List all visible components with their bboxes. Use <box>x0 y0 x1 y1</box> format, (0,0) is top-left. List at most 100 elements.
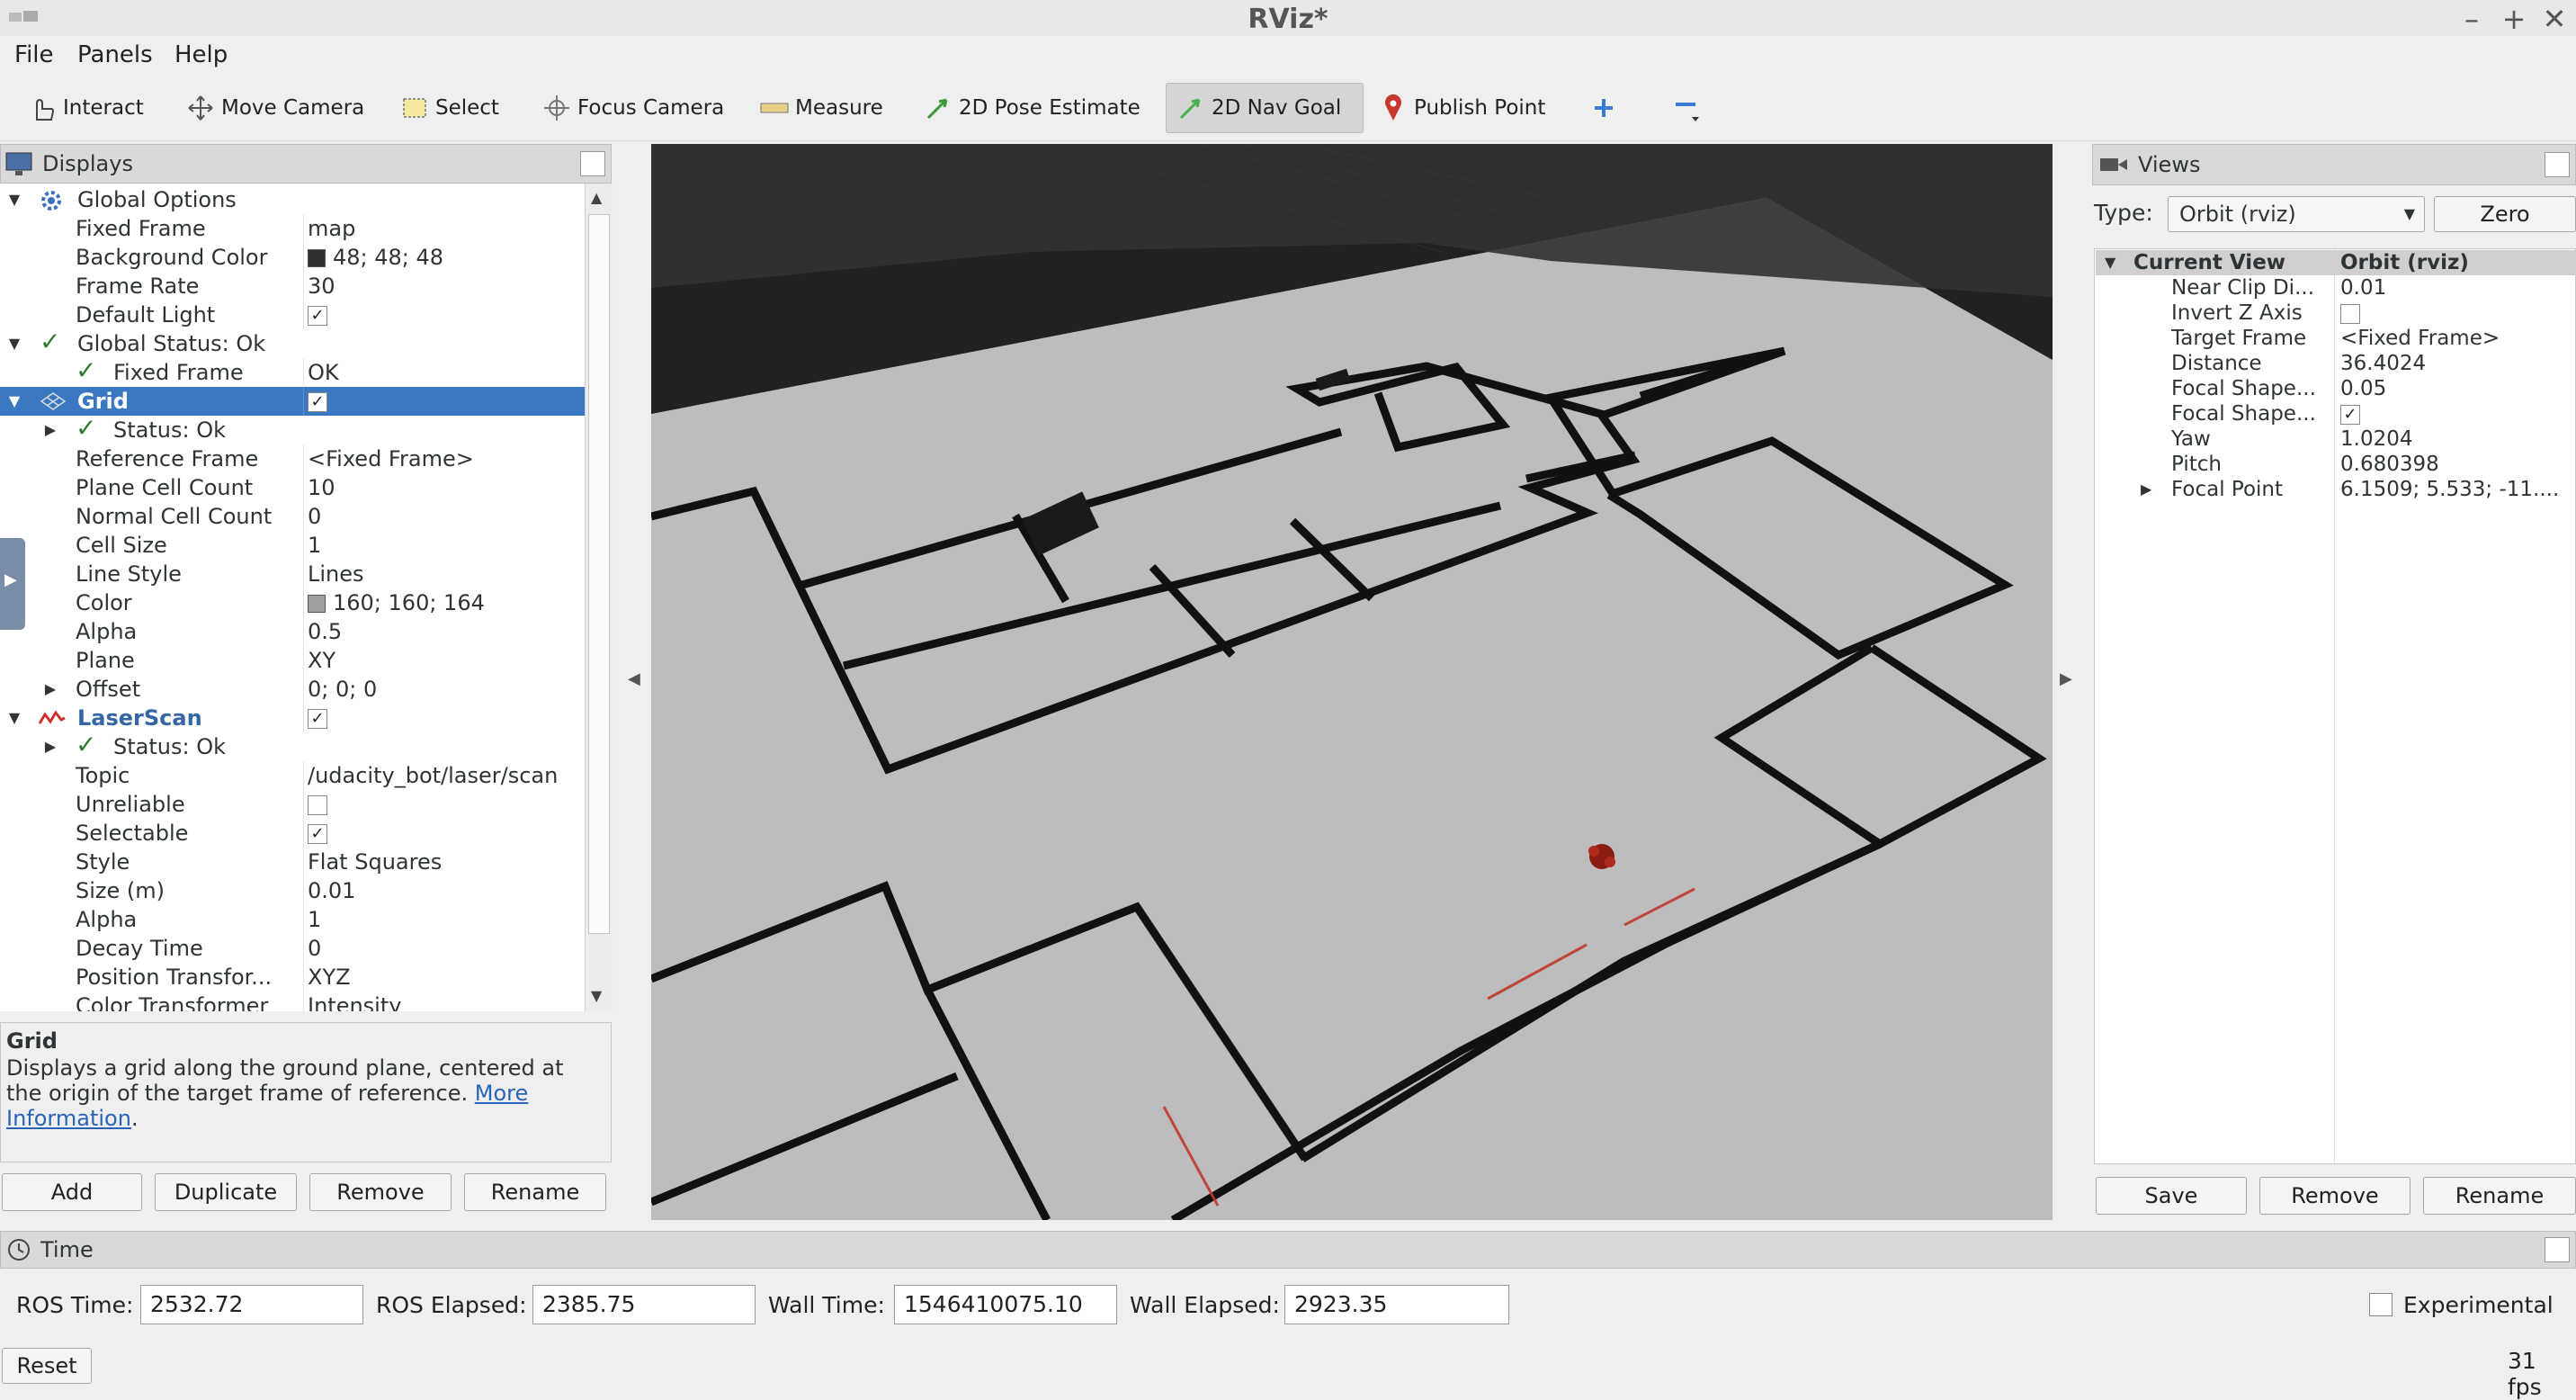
color-swatch[interactable] <box>308 595 326 613</box>
add-tool-button[interactable] <box>1579 83 1633 133</box>
view-row-current-view[interactable]: ▼ Current View Orbit (rviz) <box>2096 250 2576 275</box>
default-light-checkbox[interactable]: ✓ <box>308 306 327 326</box>
collapse-arrow-icon[interactable]: ▼ <box>5 704 23 732</box>
tree-row-alpha[interactable]: Alpha 0.5 <box>0 617 585 646</box>
row-value[interactable]: 10 <box>308 473 335 502</box>
views-float-button[interactable] <box>2545 152 2570 177</box>
reset-button[interactable]: Reset <box>2 1348 92 1384</box>
add-button[interactable]: Add <box>2 1173 142 1211</box>
selectable-checkbox[interactable]: ✓ <box>308 824 327 844</box>
remove-tool-button[interactable] <box>1662 83 1716 133</box>
remove-view-button[interactable]: Remove <box>2259 1177 2411 1215</box>
view-row-near-clip[interactable]: Near Clip Di... 0.01 <box>2096 275 2576 301</box>
view-type-dropdown[interactable]: Orbit (rviz) ▼ <box>2168 196 2425 232</box>
tree-row-decay-time[interactable]: Decay Time 0 <box>0 934 585 963</box>
row-value[interactable]: 6.1509; 5.533; -11.... <box>2340 477 2559 502</box>
menu-file[interactable]: File <box>14 41 54 68</box>
view-row-focal-shape-fixed[interactable]: Focal Shape... ✓ <box>2096 401 2576 426</box>
row-value[interactable]: 30 <box>308 272 335 301</box>
tree-row-unreliable[interactable]: Unreliable <box>0 790 585 819</box>
move-camera-tool[interactable]: Move Camera <box>176 83 373 133</box>
ros-elapsed-field[interactable]: 2385.75 <box>532 1285 756 1324</box>
left-splitter-arrow-icon[interactable]: ◀ <box>628 669 640 688</box>
row-value[interactable]: map <box>308 214 355 243</box>
invert-z-checkbox[interactable] <box>2340 303 2360 324</box>
rename-display-button[interactable]: Rename <box>464 1173 606 1211</box>
maximize-button[interactable]: + <box>2496 2 2532 36</box>
zero-button[interactable]: Zero <box>2434 196 2576 232</box>
row-value[interactable]: 48; 48; 48 <box>333 245 443 270</box>
row-value[interactable]: XYZ <box>308 963 351 992</box>
close-button[interactable]: ✕ <box>2536 2 2572 36</box>
right-splitter-arrow-icon[interactable]: ▶ <box>2060 669 2072 688</box>
collapse-arrow-icon[interactable]: ▼ <box>5 329 23 358</box>
pose-estimate-tool[interactable]: 2D Pose Estimate <box>914 83 1149 133</box>
unreliable-checkbox[interactable] <box>308 795 327 815</box>
scrollbar-thumb[interactable] <box>588 214 610 934</box>
publish-point-tool[interactable]: Publish Point <box>1369 83 1554 133</box>
experimental-checkbox[interactable] <box>2369 1293 2393 1316</box>
tree-row-laserscan[interactable]: ▼ LaserScan ✓ <box>0 704 585 732</box>
row-value[interactable]: 0.01 <box>308 876 355 905</box>
tree-row-alpha-laser[interactable]: Alpha 1 <box>0 905 585 934</box>
row-value[interactable]: 0.01 <box>2340 275 2386 301</box>
tree-row-background-color[interactable]: Background Color 48; 48; 48 <box>0 243 585 272</box>
expand-arrow-icon[interactable]: ▶ <box>41 416 59 444</box>
row-value[interactable]: <Fixed Frame> <box>308 444 474 473</box>
interact-tool[interactable]: Interact <box>18 83 153 133</box>
expand-arrow-icon[interactable]: ▶ <box>2141 477 2151 502</box>
focus-camera-tool[interactable]: Focus Camera <box>532 83 733 133</box>
focal-shape-checkbox[interactable]: ✓ <box>2340 404 2360 425</box>
tree-row-global-options[interactable]: ▼ Global Options <box>0 185 585 214</box>
row-value[interactable]: 0.5 <box>308 617 342 646</box>
row-value[interactable]: /udacity_bot/laser/scan <box>308 761 558 790</box>
view-row-focal-point[interactable]: ▶ Focal Point 6.1509; 5.533; -11.... <box>2096 477 2576 502</box>
ros-time-field[interactable]: 2532.72 <box>140 1285 363 1324</box>
expand-arrow-icon[interactable]: ▶ <box>41 732 59 761</box>
view-row-pitch[interactable]: Pitch 0.680398 <box>2096 452 2576 477</box>
collapse-arrow-icon[interactable]: ▼ <box>5 387 23 416</box>
tree-row-style[interactable]: Style Flat Squares <box>0 848 585 876</box>
tree-row-plane[interactable]: Plane XY <box>0 646 585 675</box>
laserscan-enabled-checkbox[interactable]: ✓ <box>308 709 327 729</box>
row-value[interactable]: XY <box>308 646 335 675</box>
displays-scrollbar[interactable]: ▲ ▼ <box>585 184 613 1011</box>
tree-row-offset[interactable]: ▶ Offset 0; 0; 0 <box>0 675 585 704</box>
displays-float-button[interactable] <box>580 151 605 176</box>
tree-row-grid[interactable]: ▼ Grid ✓ <box>0 387 585 416</box>
rename-view-button[interactable]: Rename <box>2423 1177 2576 1215</box>
wall-elapsed-field[interactable]: 2923.35 <box>1284 1285 1509 1324</box>
row-value[interactable]: Lines <box>308 560 364 588</box>
scroll-down-icon[interactable]: ▼ <box>591 987 602 1004</box>
tree-row-global-status[interactable]: ▼ ✓ Global Status: Ok <box>0 328 585 358</box>
collapse-arrow-icon[interactable]: ▼ <box>5 185 23 214</box>
color-swatch[interactable] <box>308 249 326 267</box>
tree-row-color-transformer[interactable]: Color Transformer Intensity <box>0 992 585 1011</box>
minimize-button[interactable]: – <box>2454 2 2490 36</box>
tree-row-color[interactable]: Color 160; 160; 164 <box>0 588 585 617</box>
tree-row-cell-size[interactable]: Cell Size 1 <box>0 531 585 560</box>
row-value[interactable]: 0 <box>308 934 321 963</box>
row-value[interactable]: Flat Squares <box>308 848 442 876</box>
row-value[interactable]: 36.4024 <box>2340 351 2426 376</box>
collapse-arrow-icon[interactable]: ▼ <box>2105 250 2115 275</box>
tree-row-plane-cell-count[interactable]: Plane Cell Count 10 <box>0 473 585 502</box>
expand-arrow-icon[interactable]: ▶ <box>41 675 59 704</box>
view-row-focal-shape-size[interactable]: Focal Shape... 0.05 <box>2096 376 2576 401</box>
remove-display-button[interactable]: Remove <box>309 1173 452 1211</box>
view-row-distance[interactable]: Distance 36.4024 <box>2096 351 2576 376</box>
nav-goal-tool[interactable]: 2D Nav Goal <box>1166 83 1364 133</box>
more-information-link[interactable]: More <box>475 1081 529 1106</box>
row-value[interactable]: 0; 0; 0 <box>308 675 377 704</box>
duplicate-button[interactable]: Duplicate <box>155 1173 297 1211</box>
row-value[interactable]: 0 <box>308 502 321 531</box>
information-link[interactable]: Information <box>6 1106 131 1131</box>
tree-row-topic[interactable]: Topic /udacity_bot/laser/scan <box>0 761 585 790</box>
row-value[interactable]: Intensity <box>308 992 401 1011</box>
row-value[interactable]: <Fixed Frame> <box>2340 326 2500 351</box>
row-value[interactable]: 1.0204 <box>2340 426 2412 452</box>
row-value[interactable]: 1 <box>308 905 321 934</box>
tree-row-status-fixed-frame[interactable]: ✓ Fixed Frame OK <box>0 356 585 387</box>
tree-row-grid-status[interactable]: ▶ ✓ Status: Ok <box>0 414 585 444</box>
row-value[interactable]: 160; 160; 164 <box>333 590 485 615</box>
